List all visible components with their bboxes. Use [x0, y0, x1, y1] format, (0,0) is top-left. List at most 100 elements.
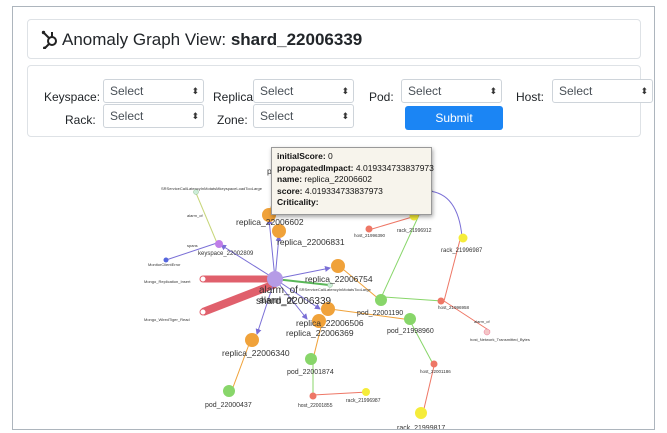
filter-card: Keyspace: Select ⬍ Replica: Select ⬍ Pod: … — [27, 65, 653, 137]
keyspace-select[interactable]: Select ⬍ — [103, 79, 204, 103]
label-replica5: replica_22006369 — [286, 328, 354, 338]
label-host2: host_21996958 — [438, 305, 470, 310]
submit-button[interactable]: Submit — [405, 106, 503, 130]
rack-select-caret-icon: ⬍ — [191, 111, 198, 121]
node-rack3[interactable] — [415, 407, 427, 419]
label-replica2: replica_22006831 — [277, 237, 345, 247]
pod-select-caret-icon: ⬍ — [489, 86, 496, 96]
label-replica3: replica_22006754 — [305, 274, 373, 284]
label-rack3: rack_21999817 — [397, 425, 445, 429]
pod-select[interactable]: Select ⬍ — [401, 79, 502, 103]
node-host1[interactable] — [365, 225, 373, 233]
tooltip-propagated-impact: propagatedImpact: 4.019334733837973 — [277, 162, 434, 175]
label-pod4: pod_22000437 — [205, 402, 252, 409]
replica-select-caret-icon: ⬍ — [341, 86, 348, 96]
label-host-metric-edge: alarm_of — [474, 319, 490, 324]
node-alarm-replication[interactable] — [199, 275, 207, 283]
host-select[interactable]: Select ⬍ — [552, 79, 653, 103]
tooltip-name-key: name: — [277, 174, 303, 184]
label-host3: host_22001186 — [420, 369, 451, 374]
keyspace-select-value: Select — [110, 84, 144, 98]
label-replica4: replica_22006506 — [296, 318, 364, 328]
tooltip-initial-score-value: 0 — [328, 151, 333, 161]
zone-select[interactable]: Select ⬍ — [253, 104, 354, 128]
label-alarm-replication: Mongo_Replication_Insert — [144, 279, 191, 284]
label-pod3: pod_22001874 — [287, 369, 334, 376]
hubspot-logo-icon — [40, 29, 60, 50]
tooltip-name: name: replica_22006602 — [277, 174, 426, 186]
node-replica3[interactable] — [331, 259, 345, 273]
edge-replica6-pod4 — [231, 338, 252, 391]
node-pod2[interactable] — [404, 313, 416, 325]
replica-select-value: Select — [260, 84, 294, 98]
label-alarm-top: SRServiceCallLatencyInMotatsMkeyspaceLoa… — [161, 186, 263, 191]
tooltip-name-value: replica_22006602 — [304, 174, 373, 184]
zone-label: Zone: — [217, 113, 248, 127]
page-title-prefix: Anomaly Graph View: — [62, 30, 227, 49]
label-replica1: replica_22006602 — [236, 217, 304, 227]
node-pod3[interactable] — [305, 353, 317, 365]
label-host1: host_21996390 — [354, 233, 386, 238]
pod-label: Pod: — [369, 90, 394, 104]
rack-select-value: Select — [110, 109, 144, 123]
edge-host4-rack4 — [312, 391, 369, 396]
label-alarm-mid: SRServiceCallLatencyInMotatsTooLarge — [299, 287, 372, 292]
node-host4[interactable] — [309, 392, 317, 400]
app-frame: Anomaly Graph View: shard_22006339 Keysp… — [12, 6, 655, 430]
tooltip-criticality: Criticality: — [277, 197, 426, 209]
edge-pod1-host2 — [383, 296, 443, 302]
node-host3[interactable] — [430, 360, 438, 368]
edge-host2-rack2 — [443, 235, 462, 302]
label-pod1: pod_22001190 — [357, 310, 403, 317]
label-monitor: MonitorClientError — [148, 262, 181, 267]
zone-select-value: Select — [260, 109, 294, 123]
tooltip-initial-score: initialScore: 0 — [277, 151, 426, 163]
keyspace-select-caret-icon: ⬍ — [191, 86, 198, 96]
label-alarm-wiredtiger: Mongo_WiredTiger_Read — [144, 317, 190, 322]
label-replica6: replica_22006340 — [222, 348, 290, 358]
edge-rack-small-rack2 — [427, 190, 463, 238]
pod-select-value: Select — [408, 84, 442, 98]
host-select-caret-icon: ⬍ — [640, 86, 647, 96]
host-select-value: Select — [559, 84, 593, 98]
page-title-shard: shard_22006339 — [230, 30, 363, 49]
rack-label: Rack: — [65, 113, 96, 127]
edge-keyspace-alarm — [195, 192, 218, 244]
node-rack4[interactable] — [362, 388, 370, 396]
tooltip-criticality-key: Criticality: — [277, 197, 319, 207]
replica-label: Replica: — [213, 90, 257, 104]
tooltip-initial-score-key: initialScore: — [277, 151, 326, 161]
node-rack2[interactable] — [458, 233, 468, 243]
tooltip-propagated-impact-key: propagatedImpact: — [277, 162, 354, 173]
node-host2[interactable] — [437, 297, 445, 305]
label-rack2: rack_21996987 — [441, 248, 483, 254]
node-pod1[interactable] — [375, 294, 387, 306]
replica-select[interactable]: Select ⬍ — [253, 79, 354, 103]
tooltip-score-value: 4.019334733837973 — [304, 185, 383, 196]
tooltip-propagated-impact-value: 4.019334733837973 — [355, 162, 434, 173]
rack-select[interactable]: Select ⬍ — [103, 104, 204, 128]
node-pod4[interactable] — [223, 385, 235, 397]
keyspace-label: Keyspace: — [44, 90, 101, 104]
title-card: Anomaly Graph View: shard_22006339 — [27, 19, 641, 59]
zone-select-caret-icon: ⬍ — [341, 111, 348, 121]
tooltip-score-key: score: — [277, 185, 303, 196]
label-keyspace: keyspace_22002809 — [198, 251, 254, 257]
node-keyspace[interactable] — [215, 240, 223, 248]
node-tooltip: initialScore: 0 propagatedImpact: 4.0193… — [271, 147, 434, 215]
label-keyspace-edge: spans — [187, 243, 198, 248]
label-host4: host_22001855 — [298, 403, 333, 409]
tooltip-score: score: 4.019334733837973 — [277, 186, 426, 198]
label-pod2: pod_21998960 — [387, 328, 434, 335]
page-title: Anomaly Graph View: shard_22006339 — [62, 29, 362, 51]
label-host-metric: host_Network_Transmitted_Bytes — [470, 337, 530, 342]
node-host-metric[interactable] — [483, 328, 491, 336]
node-replica6[interactable] — [245, 333, 259, 347]
node-alarm-wiredtiger[interactable] — [199, 308, 207, 316]
label-alarm-top-edge: alarm_of — [187, 213, 203, 218]
label-alarm-of-2: alarm_of — [259, 295, 295, 305]
label-rack1: rack_21996912 — [397, 228, 432, 234]
host-label: Host: — [516, 90, 545, 104]
edge-pod2-host3 — [408, 318, 434, 365]
label-rack4: rack_21996987 — [346, 398, 381, 404]
